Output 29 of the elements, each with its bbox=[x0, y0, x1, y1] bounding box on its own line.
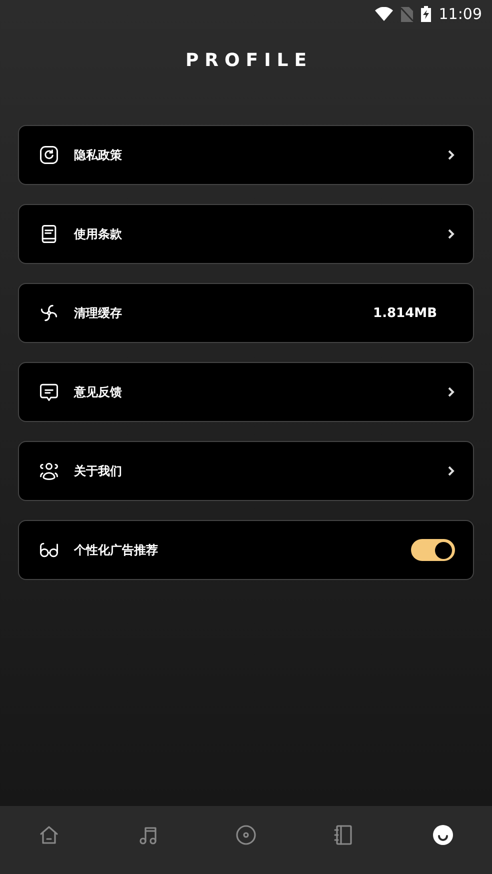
settings-row[interactable]: 隐私政策 bbox=[18, 125, 474, 185]
settings-row[interactable]: 关于我们 bbox=[18, 441, 474, 501]
wifi-icon bbox=[374, 7, 393, 21]
cache-size: 1.814MB bbox=[373, 306, 437, 320]
row-label: 清理缓存 bbox=[74, 304, 123, 322]
row-label: 个性化广告推荐 bbox=[74, 542, 159, 558]
battery-charging-icon bbox=[420, 6, 431, 22]
settings-row[interactable]: 使用条款 bbox=[18, 204, 474, 264]
chevron-icon bbox=[447, 386, 455, 398]
toggle-switch[interactable] bbox=[411, 539, 455, 561]
settings-row[interactable]: 意见反馈 bbox=[18, 362, 474, 422]
no-sim-icon bbox=[400, 6, 413, 22]
status-time: 11:09 bbox=[438, 5, 482, 23]
chevron-icon bbox=[447, 465, 455, 477]
disc-icon bbox=[234, 823, 258, 847]
row-label: 隐私政策 bbox=[74, 146, 123, 164]
chevron-icon bbox=[447, 228, 455, 240]
chevron-icon bbox=[447, 149, 455, 161]
fan-icon bbox=[38, 302, 60, 324]
settings-row[interactable]: 清理缓存 1.814MB bbox=[18, 283, 474, 343]
page-title: PROFILE bbox=[184, 50, 314, 71]
smiley-icon bbox=[430, 823, 455, 847]
chat-icon bbox=[38, 381, 60, 403]
row-label: 关于我们 bbox=[74, 462, 123, 480]
row-label: 使用条款 bbox=[74, 226, 123, 242]
row-label: 意见反馈 bbox=[74, 384, 123, 400]
settings-row[interactable]: 个性化广告推荐 bbox=[18, 520, 474, 580]
people-icon bbox=[38, 460, 60, 482]
refresh-icon bbox=[38, 144, 60, 166]
